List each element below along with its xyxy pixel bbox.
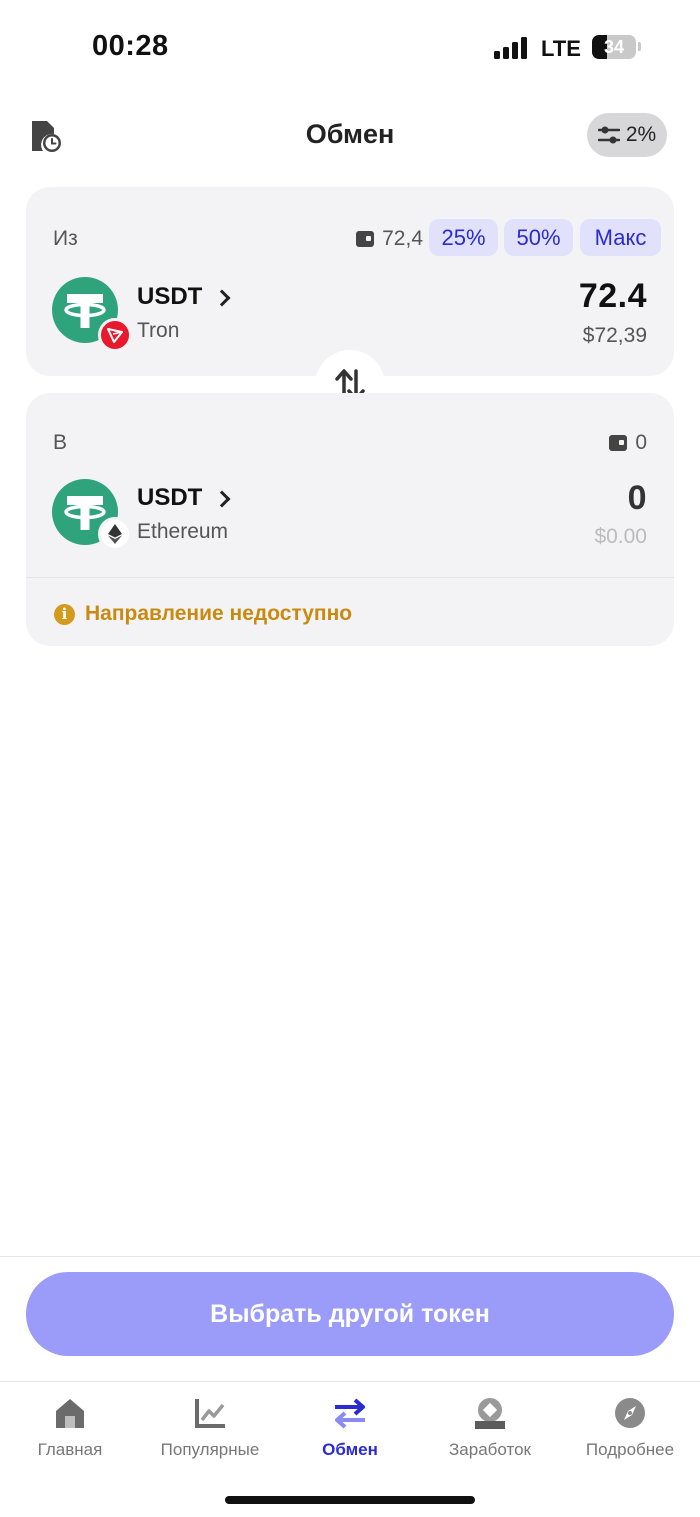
route-warning-text: Направление недоступно	[85, 602, 353, 625]
to-balance-value: 0	[635, 431, 647, 454]
card-divider	[26, 577, 674, 578]
nav-label-home: Главная	[37, 1440, 103, 1459]
route-warning: i Направление недоступно	[54, 602, 352, 626]
ethereum-chain-icon	[98, 517, 132, 551]
home-indicator	[225, 1496, 475, 1504]
battery-icon: 34	[592, 35, 636, 59]
nav-label-popular: Популярные	[160, 1440, 260, 1459]
from-token-symbol: USDT	[137, 283, 203, 310]
nav-label-swap: Обмен	[322, 1440, 378, 1459]
from-balance-value: 72,4	[382, 227, 423, 250]
from-label: Из	[53, 227, 78, 250]
from-balance: 72,4	[356, 227, 423, 251]
wallet-icon	[609, 435, 628, 451]
compass-icon	[615, 1398, 645, 1428]
amount-50-button[interactable]: 50%	[504, 219, 573, 256]
slippage-settings-button[interactable]: 2%	[587, 113, 667, 157]
from-chain-name: Tron	[137, 319, 180, 342]
to-chain-name: Ethereum	[137, 520, 229, 543]
nav-item-more[interactable]: Подробнее	[560, 1382, 700, 1472]
from-fiat-value: $72,39	[582, 324, 647, 347]
status-bar: 00:28 LTE 34	[0, 0, 700, 96]
slippage-value: 2%	[625, 123, 657, 146]
sliders-icon	[597, 126, 620, 144]
to-amount-output: 0	[627, 479, 647, 517]
choose-another-token-button[interactable]: Выбрать другой токен	[26, 1272, 674, 1356]
chart-icon	[195, 1399, 225, 1428]
swap-from-card: Из 72,4 25% 50% Макс USDT Tron 72.4 $72,…	[26, 187, 674, 376]
chevron-right-icon	[213, 490, 231, 507]
swap-icon	[335, 1398, 365, 1429]
network-type: LTE	[541, 36, 581, 61]
to-token-selector[interactable]: USDT	[137, 484, 231, 512]
earn-icon	[475, 1398, 505, 1429]
nav-item-swap[interactable]: Обмен	[280, 1382, 420, 1472]
status-time: 00:28	[92, 30, 169, 62]
info-icon: i	[54, 603, 75, 625]
to-token-symbol: USDT	[137, 484, 203, 511]
from-amount-input[interactable]: 72.4	[579, 277, 647, 316]
to-fiat-value: $0.00	[594, 525, 647, 548]
nav-label-earn: Заработок	[449, 1440, 531, 1459]
to-balance: 0	[609, 431, 647, 455]
signal-icon	[494, 37, 530, 59]
tron-chain-icon	[98, 318, 132, 352]
action-divider	[0, 1256, 700, 1257]
wallet-icon	[356, 231, 375, 247]
home-icon	[56, 1399, 84, 1428]
battery-tip	[638, 42, 641, 51]
nav-item-home[interactable]: Главная	[0, 1382, 140, 1472]
nav-item-earn[interactable]: Заработок	[420, 1382, 560, 1472]
amount-max-button[interactable]: Макс	[580, 219, 661, 256]
nav-label-more: Подробнее	[585, 1440, 675, 1459]
to-label: В	[53, 431, 68, 454]
bottom-navigation: Главная Популярные Обмен Заработок Подро…	[0, 1382, 700, 1472]
swap-to-card: В 0 USDT Ethereum 0 $0.00 i Направление …	[26, 393, 674, 646]
chevron-right-icon	[213, 289, 231, 306]
amount-25-button[interactable]: 25%	[429, 219, 498, 256]
battery-level: 34	[603, 37, 625, 57]
from-token-selector[interactable]: USDT	[137, 283, 231, 311]
nav-item-popular[interactable]: Популярные	[140, 1382, 280, 1472]
